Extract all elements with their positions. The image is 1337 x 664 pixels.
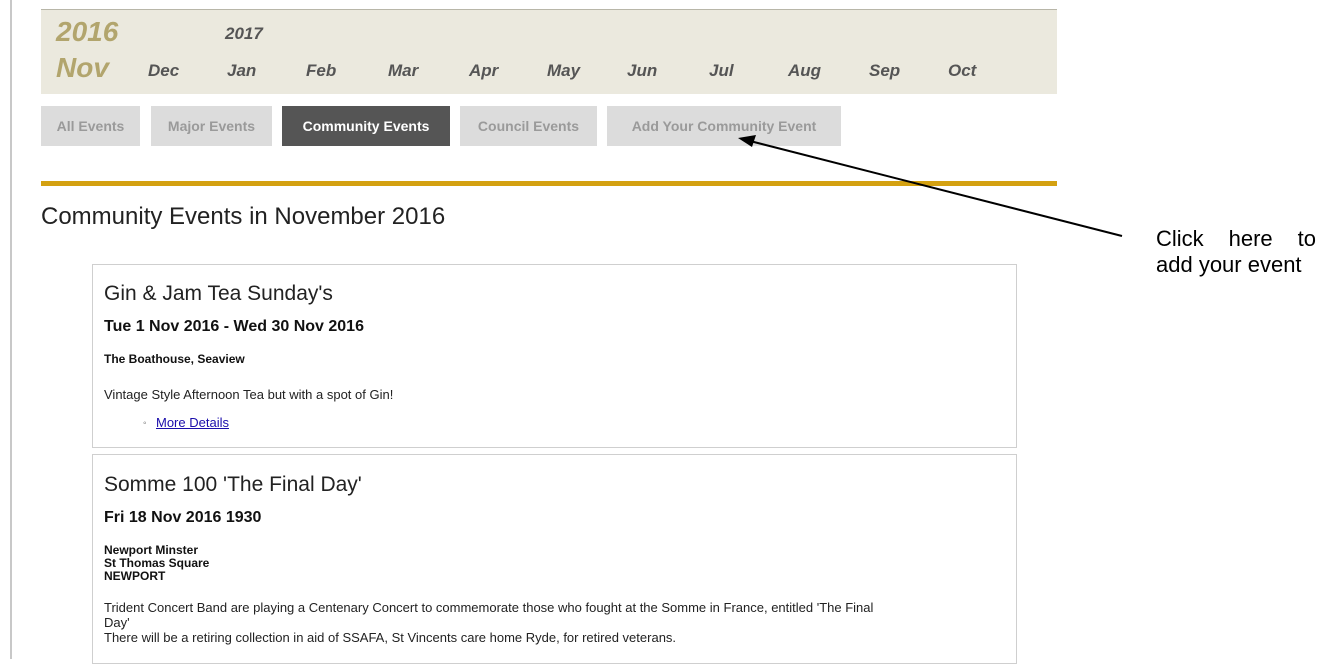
event-title: Gin & Jam Tea Sunday's: [104, 282, 333, 305]
page-title: Community Events in November 2016: [41, 203, 446, 230]
month-navigation-bar: [41, 9, 1057, 94]
month-link-jul[interactable]: Jul: [709, 61, 734, 81]
more-details-link[interactable]: More Details: [156, 415, 229, 430]
event-description-line: There will be a retiring collection in a…: [104, 630, 677, 645]
bullet-icon: ◦: [143, 418, 147, 429]
month-link-mar[interactable]: Mar: [388, 61, 418, 81]
month-link-dec[interactable]: Dec: [148, 61, 179, 81]
month-link-may[interactable]: May: [547, 61, 580, 81]
tab-all-events[interactable]: All Events: [41, 106, 140, 146]
event-date: Fri 18 Nov 2016 1930: [104, 509, 262, 526]
month-link-jan[interactable]: Jan: [227, 61, 256, 81]
tab-add-community-event[interactable]: Add Your Community Event: [607, 106, 841, 146]
event-card: Somme 100 'The Final Day' Fri 18 Nov 201…: [92, 454, 1017, 664]
month-link-apr[interactable]: Apr: [469, 61, 498, 81]
month-link-feb[interactable]: Feb: [306, 61, 336, 81]
month-link-sep[interactable]: Sep: [869, 61, 900, 81]
event-venue-line: NEWPORT: [104, 569, 166, 583]
arrow-line: [749, 140, 1123, 237]
event-card: Gin & Jam Tea Sunday's Tue 1 Nov 2016 - …: [92, 264, 1017, 448]
annotation-text: Click here to add your event: [1156, 226, 1316, 277]
month-link-aug[interactable]: Aug: [788, 61, 821, 81]
event-description-line: Trident Concert Band are playing a Cente…: [104, 600, 874, 615]
event-venue: The Boathouse, Seaview: [104, 352, 245, 366]
event-description: Vintage Style Afternoon Tea but with a s…: [104, 387, 394, 402]
month-link-jun[interactable]: Jun: [627, 61, 657, 81]
tab-major-events[interactable]: Major Events: [151, 106, 272, 146]
next-year-label: 2017: [225, 24, 263, 43]
event-description-line: Day': [104, 615, 130, 630]
left-border-line: [10, 0, 12, 659]
event-title: Somme 100 'The Final Day': [104, 473, 362, 496]
event-date: Tue 1 Nov 2016 - Wed 30 Nov 2016: [104, 318, 364, 335]
month-link-oct[interactable]: Oct: [948, 61, 976, 81]
tab-council-events[interactable]: Council Events: [460, 106, 597, 146]
current-year: 2016: [56, 16, 119, 47]
section-divider: [41, 181, 1057, 186]
tab-community-events[interactable]: Community Events: [282, 106, 450, 146]
current-month: Nov: [56, 52, 109, 83]
